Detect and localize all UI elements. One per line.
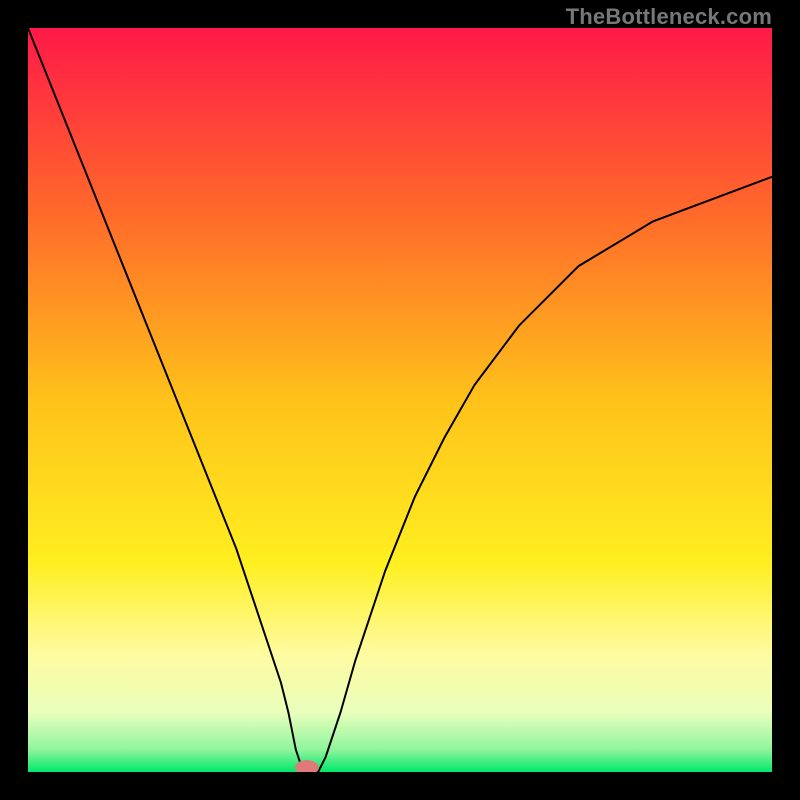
watermark-text: TheBottleneck.com: [566, 4, 772, 30]
background-gradient: [28, 28, 772, 772]
chart-svg: [28, 28, 772, 772]
chart-frame: TheBottleneck.com: [0, 0, 800, 800]
plot-area: [28, 28, 772, 772]
